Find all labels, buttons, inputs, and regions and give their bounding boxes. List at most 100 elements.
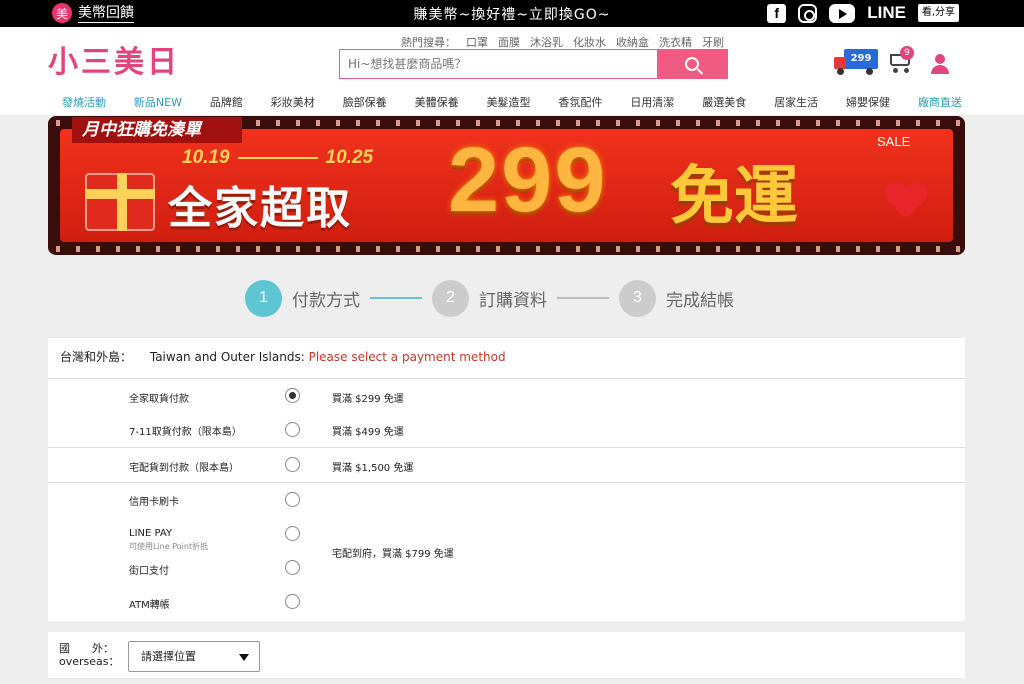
user-body	[931, 65, 949, 74]
divider	[48, 378, 965, 379]
payment-panel: 台灣和外島： Taiwan and Outer Islands: Please …	[48, 338, 965, 621]
nav-item[interactable]: 美體保養	[415, 94, 459, 110]
date-dash	[237, 156, 318, 159]
user-icon[interactable]	[931, 54, 949, 74]
nav-item[interactable]: 臉部保養	[343, 94, 387, 110]
payment-radio-atm[interactable]	[285, 594, 300, 609]
hot-search-link[interactable]: 收納盒	[616, 34, 649, 50]
payment-radio-711[interactable]	[285, 422, 300, 437]
step-label: 完成結帳	[666, 290, 734, 311]
nav-item[interactable]: 嚴選美食	[702, 94, 746, 110]
payment-option-label: 信用卡刷卡	[129, 497, 179, 508]
search-button[interactable]	[657, 50, 727, 78]
free-shipping-truck-icon[interactable]: 299	[834, 49, 880, 77]
payment-radio-cod[interactable]	[285, 457, 300, 472]
step-connector	[370, 297, 422, 299]
nav-item[interactable]: 居家生活	[774, 94, 818, 110]
banner-free-shipping: 免運	[670, 160, 798, 234]
facebook-icon[interactable]: f	[767, 3, 787, 23]
top-bar: 美 美幣回饋 賺美幣~換好禮~立即換GO~ f LINE 看,分享	[0, 0, 1024, 27]
hot-search-link[interactable]: 沐浴乳	[530, 34, 563, 50]
payment-option-label: 全家取貨付款	[129, 394, 189, 405]
step-order-info: 2 訂購資料	[432, 279, 547, 317]
step-label: 訂購資料	[479, 290, 547, 311]
nav-item[interactable]: 彩妝美材	[271, 94, 315, 110]
instagram-icon[interactable]	[798, 3, 818, 23]
hot-searches: 熱門搜尋： 口罩 面膜 沐浴乳 化妝水 收納盒 洗衣精 牙刷	[401, 34, 724, 50]
payment-radio-family-mart[interactable]	[285, 388, 300, 403]
banner-store: 全家超取	[168, 183, 352, 234]
overseas-label: 國 外： overseas：	[59, 642, 120, 668]
payment-radio-line-pay[interactable]	[285, 526, 300, 541]
banner-tagline: 月中狂購免湊單	[72, 117, 242, 143]
overseas-label-en: overseas：	[59, 655, 120, 668]
nav-item[interactable]: 發燒活動	[62, 94, 106, 110]
shipping-condition: 宅配到府，買滿 $799 免運	[332, 549, 454, 560]
payment-option-label: 宅配貨到付款（限本島）	[129, 463, 239, 474]
payment-radio-credit-card[interactable]	[285, 492, 300, 507]
divider	[48, 482, 965, 483]
payment-option-sub: 可使用Line Point折抵	[129, 542, 209, 551]
hot-search-link[interactable]: 洗衣精	[659, 34, 692, 50]
truck-wheel	[837, 68, 844, 75]
banner-sale: SALE	[877, 134, 911, 149]
heart-icon	[886, 183, 926, 219]
hot-search-link[interactable]: 面膜	[498, 34, 520, 50]
hot-search-link[interactable]: 牙刷	[702, 34, 724, 50]
step-label: 付款方式	[292, 290, 360, 311]
overseas-section: 國 外： overseas： 請選擇位置	[48, 632, 965, 678]
nav-item[interactable]: 日用清潔	[630, 94, 674, 110]
payment-option-label: ATM轉帳	[129, 600, 170, 611]
overseas-location-select[interactable]: 請選擇位置	[128, 641, 260, 672]
shipping-condition: 買滿 $299 免運	[332, 394, 404, 405]
nav-item[interactable]: 婦嬰保健	[846, 94, 890, 110]
payment-option-label: 街口支付	[129, 566, 169, 577]
hot-search-link[interactable]: 口罩	[466, 34, 488, 50]
gift-box-icon	[85, 173, 155, 231]
region-en: Taiwan and Outer Islands:	[149, 350, 305, 364]
youtube-icon[interactable]	[829, 3, 856, 23]
social-links: f LINE	[767, 3, 906, 23]
nav-item[interactable]: 品牌館	[210, 94, 243, 110]
date-end: 10.25	[325, 147, 374, 168]
step-number: 1	[245, 279, 282, 317]
hot-searches-label: 熱門搜尋：	[401, 36, 456, 49]
site-logo[interactable]: 小三美日	[48, 37, 180, 81]
checkout-steps: 1 付款方式 2 訂購資料 3 完成結帳	[245, 279, 734, 317]
share-button[interactable]: 看,分享	[917, 4, 959, 22]
header: 小三美日 熱門搜尋： 口罩 面膜 沐浴乳 化妝水 收納盒 洗衣精 牙刷 299 …	[0, 27, 1024, 115]
category-nav: 發燒活動 新品NEW 品牌館 彩妝美材 臉部保養 美體保養 美髮造型 香氛配件 …	[62, 94, 962, 110]
nav-item[interactable]: 香氛配件	[558, 94, 602, 110]
banner-amount: 299	[448, 129, 608, 231]
search-bar	[339, 49, 728, 79]
payment-option-label: LINE PAY	[129, 528, 173, 539]
step-complete: 3 完成結帳	[619, 279, 734, 317]
hot-search-link[interactable]: 化妝水	[573, 34, 606, 50]
payment-radio-jko-pay[interactable]	[285, 560, 300, 575]
search-input[interactable]	[340, 50, 657, 78]
region-header: 台灣和外島： Taiwan and Outer Islands: Please …	[60, 348, 506, 365]
nav-item[interactable]: 新品NEW	[134, 94, 182, 110]
shipping-condition: 買滿 $499 免運	[332, 427, 404, 438]
nav-item[interactable]: 廠商直送	[918, 94, 962, 110]
step-payment: 1 付款方式	[245, 279, 360, 317]
cart-wheel	[904, 68, 909, 73]
film-strip-bottom	[48, 242, 965, 255]
truck-wheel	[866, 68, 873, 75]
user-head	[935, 54, 945, 64]
cart-wheel	[893, 68, 898, 73]
payment-option-label: 7-11取貨付款（限本島）	[129, 427, 242, 438]
nav-item[interactable]: 美髮造型	[487, 94, 531, 110]
date-start: 10.19	[182, 147, 230, 168]
cart-count-badge: 9	[900, 46, 914, 60]
divider	[48, 447, 965, 448]
truck-badge: 299	[844, 49, 878, 69]
payment-warning: Please select a payment method	[308, 350, 506, 364]
caret-down-icon	[239, 654, 249, 661]
step-connector	[557, 297, 609, 299]
banner-dates: 10.19 10.25	[182, 147, 373, 169]
step-number: 2	[432, 279, 469, 317]
overseas-label-zh: 國 外：	[59, 642, 114, 655]
region-label: 台灣和外島：	[60, 350, 133, 364]
line-link[interactable]: LINE	[867, 3, 906, 23]
